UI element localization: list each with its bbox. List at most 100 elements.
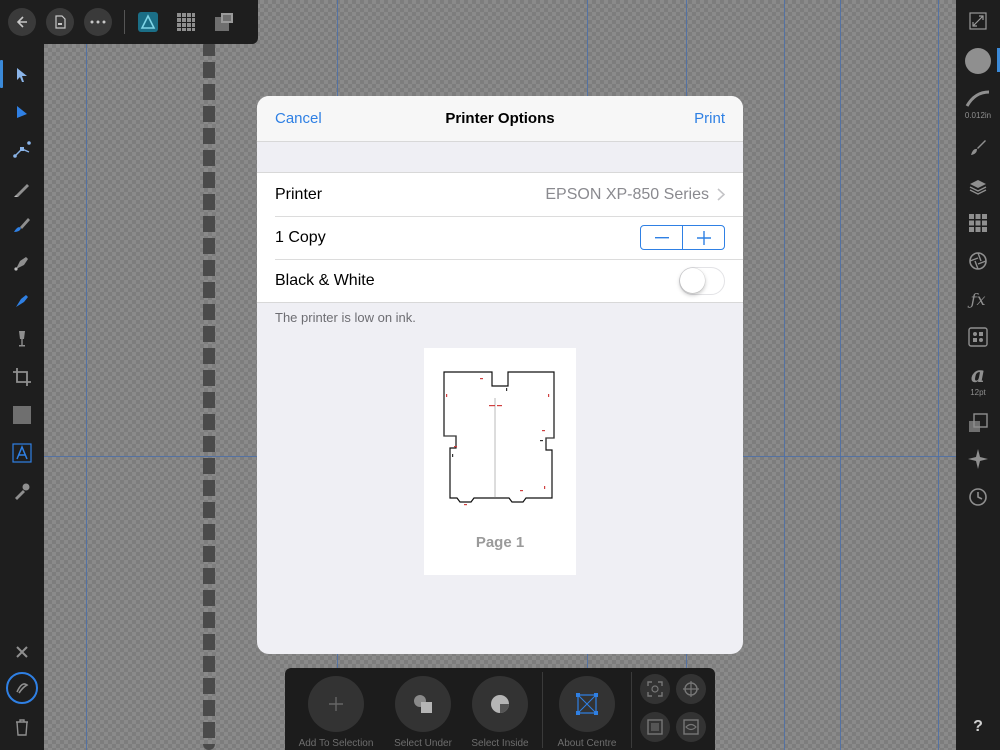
color-wheel-button[interactable] [963,246,993,276]
guide-line [840,0,841,750]
fill-tool[interactable] [7,286,37,316]
back-button[interactable] [8,8,36,36]
dashed-wall-shape[interactable] [203,40,215,750]
transform-icon [969,413,988,432]
plus-icon [696,230,711,245]
text-a-icon: a [970,362,986,388]
black-white-toggle[interactable] [679,266,725,295]
context-toolbar: Add To Selection Select Under Select Ins… [285,668,715,750]
select-under-icon [414,695,432,713]
add-to-selection-circle [308,676,364,732]
decrement-button[interactable] [641,226,682,249]
delete-button[interactable] [7,712,37,742]
print-button[interactable]: Print [694,110,725,127]
tools-panel [0,44,44,750]
fill-icon [16,295,28,307]
toggle-knob [680,267,705,293]
print-preview-page[interactable]: Page 1 [424,348,576,575]
close-icon [16,646,28,658]
help-button[interactable]: ? [963,712,993,742]
navigator-button[interactable] [963,444,993,474]
crop-tool[interactable] [7,362,37,392]
eyedropper-icon [15,483,30,500]
layers-button[interactable] [963,172,993,202]
node-tool[interactable] [7,98,37,128]
increment-button[interactable] [682,226,724,249]
cancel-button[interactable]: Cancel [275,110,322,127]
top-toolbar [0,0,258,44]
dialog-title: Printer Options [445,110,555,127]
plus-icon [329,697,343,711]
transform-button[interactable] [963,408,993,438]
pencil-icon [14,184,29,197]
back-arrow-icon [16,16,27,28]
black-white-label: Black & White [275,271,375,289]
dialog-header: Cancel Printer Options Print [257,96,743,142]
document-button[interactable] [46,8,74,36]
color-swatch-button[interactable] [963,46,993,76]
color-picker-tool[interactable] [7,476,37,506]
black-white-toggle-group [679,259,725,302]
frame-button[interactable] [640,712,670,742]
snapping-button[interactable] [640,674,670,704]
stroke-button[interactable] [963,84,993,114]
pen-tool[interactable] [7,248,37,278]
black-white-row: Black & White [257,259,743,302]
crosshair-button[interactable] [676,674,706,704]
text-tool[interactable] [7,438,37,468]
assets-icon [968,327,988,347]
brushes-button[interactable] [963,132,993,162]
undo-button[interactable] [6,672,38,704]
swatches-button[interactable] [963,208,993,238]
toolbar-divider [124,10,125,34]
fullscreen-button[interactable] [963,6,993,36]
close-context-button[interactable] [7,637,37,667]
snapping-icon [647,681,663,697]
export-persona-button[interactable] [211,9,237,35]
about-centre-circle [559,676,615,732]
node-arrow-icon [17,106,27,118]
select-inside-icon [491,695,509,713]
assets-button[interactable] [963,322,993,352]
printer-value: EPSON XP-850 Series [545,185,709,203]
corner-tool-icon [13,141,31,158]
guide-line [938,0,939,750]
grid-swatches-icon [969,214,987,232]
pixel-persona-button[interactable] [173,9,199,35]
add-to-selection-button[interactable]: Add To Selection [296,676,376,749]
copies-stepper-group [640,216,725,259]
fx-icon: ƒx [970,289,986,309]
rectangle-tool[interactable] [7,400,37,430]
context-divider [631,672,632,748]
view-button[interactable] [676,712,706,742]
printer-row[interactable]: Printer EPSON XP-850 Series [257,173,743,216]
vector-brush-tool[interactable] [7,210,37,240]
ellipsis-icon [90,20,106,24]
layers-icon [969,180,987,195]
undo-history-icon [16,683,29,694]
text-style-button[interactable]: a [963,360,993,390]
pencil-tool[interactable] [7,174,37,204]
studio-panel: 0.012in ƒx a 12pt ? [956,0,1000,750]
guide-line [86,0,87,750]
context-divider [542,672,543,748]
history-button[interactable] [963,482,993,512]
help-label: ? [973,718,983,735]
page-label: Page 1 [475,534,525,551]
printer-label: Printer [275,185,323,203]
transparency-tool[interactable] [7,324,37,354]
more-button[interactable] [84,8,112,36]
select-inside-button[interactable]: Select Inside [460,676,540,749]
designer-persona-button[interactable] [135,9,161,35]
floor-plan-thumbnail [443,371,555,506]
stroke-width-label: 0.012in [964,111,992,120]
document-icon [55,15,66,29]
corner-tool[interactable] [7,134,37,164]
select-under-button[interactable]: Select Under [383,676,463,749]
brush-icon [14,218,30,232]
view-icon [683,719,699,735]
about-centre-button[interactable]: About Centre [547,676,627,749]
effects-button[interactable]: ƒx [963,284,993,314]
copies-stepper [640,225,725,250]
move-tool[interactable] [7,60,37,90]
